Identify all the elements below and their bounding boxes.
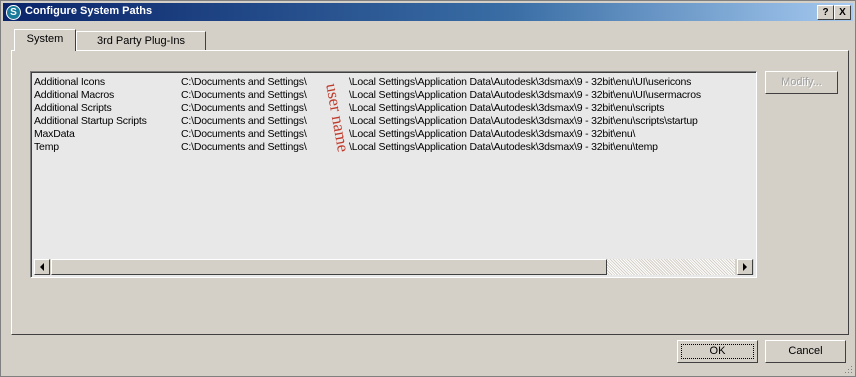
horizontal-scrollbar[interactable] [34, 259, 754, 275]
path-name: Additional Scripts [34, 102, 112, 114]
path-suffix: \Local Settings\Application Data\Autodes… [349, 76, 692, 88]
path-suffix: \Local Settings\Application Data\Autodes… [349, 128, 636, 140]
help-button[interactable]: ? [817, 5, 834, 20]
window-title: Configure System Paths [25, 5, 153, 17]
path-suffix: \Local Settings\Application Data\Autodes… [349, 141, 658, 153]
resize-grip-icon[interactable] [843, 364, 853, 374]
arrow-right-icon [743, 263, 747, 271]
configure-system-paths-dialog: S Configure System Paths ? X System 3rd … [0, 0, 856, 377]
arrow-left-icon [40, 263, 44, 271]
title-bar[interactable]: S Configure System Paths ? X [3, 3, 853, 21]
modify-button[interactable]: Modify... [765, 71, 838, 94]
scroll-left-button[interactable] [34, 259, 50, 275]
user-name-annotation-text: user name [322, 83, 353, 153]
scroll-thumb[interactable] [51, 259, 607, 275]
scroll-track[interactable] [607, 259, 735, 275]
ok-button[interactable]: OK [677, 340, 758, 363]
path-prefix: C:\Documents and Settings\ [181, 102, 307, 114]
tab-system[interactable]: System [14, 29, 76, 51]
path-name: MaxData [34, 128, 75, 140]
path-prefix: C:\Documents and Settings\ [181, 76, 307, 88]
path-suffix: \Local Settings\Application Data\Autodes… [349, 89, 701, 101]
path-suffix: \Local Settings\Application Data\Autodes… [349, 102, 665, 114]
path-prefix: C:\Documents and Settings\ [181, 141, 307, 153]
tab-3rd-party-plug-ins[interactable]: 3rd Party Plug-Ins [76, 31, 206, 50]
path-name: Additional Macros [34, 89, 115, 101]
path-name: Additional Startup Scripts [34, 115, 147, 127]
path-name: Temp [34, 141, 59, 153]
focus-rectangle [681, 344, 754, 359]
path-prefix: C:\Documents and Settings\ [181, 89, 307, 101]
user-name-annotation: user name [322, 83, 353, 153]
close-button[interactable]: X [834, 5, 851, 20]
cancel-button[interactable]: Cancel [765, 340, 846, 363]
path-suffix: \Local Settings\Application Data\Autodes… [349, 115, 698, 127]
path-name: Additional Icons [34, 76, 105, 88]
paths-list[interactable]: Additional Icons C:\Documents and Settin… [30, 71, 757, 278]
scroll-right-button[interactable] [737, 259, 753, 275]
path-prefix: C:\Documents and Settings\ [181, 128, 307, 140]
app-s-icon: S [6, 5, 21, 20]
path-prefix: C:\Documents and Settings\ [181, 115, 307, 127]
